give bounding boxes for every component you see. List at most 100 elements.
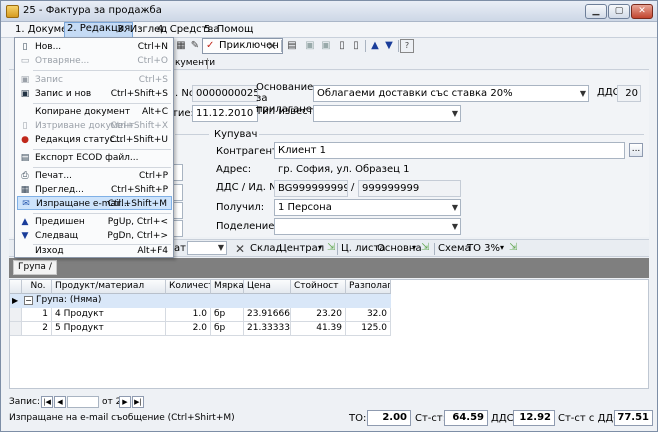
chevron-down-icon: ▼ xyxy=(217,243,224,252)
id-number-field: 999999999 xyxy=(358,180,461,197)
next-record-button[interactable]: ▶ xyxy=(119,396,131,408)
col-product[interactable]: Продукт/материал xyxy=(52,280,166,294)
menu-item-previous[interactable]: ▲ Предишен PgUp, Ctrl+< xyxy=(17,215,172,229)
record-number-field[interactable] xyxy=(67,396,99,408)
menu-help[interactable]: 5. Помощ xyxy=(204,24,253,35)
title-bar: 25 - Фактура за продажба ▁ ▢ ✕ xyxy=(1,1,657,22)
notice-type-select[interactable]: ▼ xyxy=(313,105,461,122)
arrow-down-icon: ▼ xyxy=(21,231,29,241)
group-row[interactable]: ▶ − Група: (Няма) xyxy=(10,294,391,308)
chevron-down-icon[interactable]: ▾ xyxy=(412,243,416,252)
chevron-down-icon[interactable]: ▾ xyxy=(318,243,322,252)
new-doc-icon: ▯ xyxy=(22,42,28,52)
edit-icon[interactable]: ✎ xyxy=(188,39,202,53)
exit-icon xyxy=(19,245,31,257)
table-row[interactable]: 2 5 Продукт 2.0 бр 21.333333... 41.39 12… xyxy=(10,322,391,336)
tab-documents[interactable]: кументи xyxy=(175,58,215,68)
menu-item-new[interactable]: ▯ Нов... Ctrl+N xyxy=(17,40,172,54)
menu-item-next[interactable]: ▼ Следващ PgDn, Ctrl+> xyxy=(17,229,172,243)
chevron-down-icon: ▼ xyxy=(451,222,458,231)
email-icon: ✉ xyxy=(22,199,30,209)
copy-doc-icon xyxy=(19,106,31,118)
filter-icon[interactable]: ⇲ xyxy=(509,242,517,253)
menu-item-open[interactable]: ▭ Отваряне... Ctrl+O xyxy=(17,54,172,68)
chevron-down-icon: ▼ xyxy=(579,89,586,98)
save-new-icon: ▣ xyxy=(20,89,30,99)
collapse-icon[interactable]: − xyxy=(24,296,33,305)
doc-number-field[interactable]: 0000000025 xyxy=(192,85,258,102)
receiver-select[interactable]: 1 Персона ▼ xyxy=(274,199,461,216)
menu-item-send-email[interactable]: ✉ Изпращане e-mail... Ctrl+Shift+M xyxy=(17,196,172,210)
table-row[interactable]: 1 4 Продукт 1.0 бр 23.916666... 23.20 32… xyxy=(10,308,391,322)
col-avail[interactable]: Разполаг... xyxy=(346,280,391,294)
row-pointer-icon: ▶ xyxy=(12,296,19,305)
group-by-bar: Група / xyxy=(9,258,649,278)
prev-record-button[interactable]: ◀ xyxy=(54,396,66,408)
toggle2-icon[interactable]: ▣ xyxy=(319,39,333,53)
menu-item-delete-doc[interactable]: ▯ Изтриване документ Ctrl+Shift+X xyxy=(17,119,172,133)
save-icon: ▣ xyxy=(20,75,30,85)
page-icon[interactable]: ▯ xyxy=(335,39,349,53)
scheme-select[interactable]: ТО 3% xyxy=(467,243,500,254)
date-field[interactable]: 11.12.2010 xyxy=(192,105,258,122)
grid-icon[interactable]: ▦ xyxy=(174,39,188,53)
chevron-down-icon[interactable]: ▾ xyxy=(500,243,504,252)
minimize-button[interactable]: ▁ xyxy=(585,4,607,19)
chevron-down-icon: ▼ xyxy=(451,109,458,118)
help-icon[interactable]: ? xyxy=(400,39,414,53)
close-window-button[interactable]: ✕ xyxy=(631,4,653,19)
menu-item-edit-status[interactable]: ● Редакция статус... Ctrl+Shift+U xyxy=(17,133,172,147)
edit-menu: ▯ Нов... Ctrl+N ▭ Отваряне... Ctrl+O ▣ З… xyxy=(14,37,174,258)
record-label: Запис: xyxy=(9,397,40,407)
export-icon: ▤ xyxy=(20,153,30,163)
format-select[interactable]: ▼ xyxy=(187,241,227,255)
col-price[interactable]: Цена xyxy=(244,280,291,294)
preview-icon: ▦ xyxy=(20,185,30,195)
receiver-label: Получил: xyxy=(216,202,265,213)
vat-id-separator: / xyxy=(351,182,355,193)
col-unit[interactable]: Мярка xyxy=(211,280,244,294)
menu-item-preview[interactable]: ▦ Преглед... Ctrl+Shift+P xyxy=(17,183,172,197)
pages-icon[interactable]: ▯ xyxy=(349,39,363,53)
cancel-icon[interactable]: ✕ xyxy=(233,242,247,256)
address-label: Адрес: xyxy=(216,164,252,175)
col-no[interactable]: No. xyxy=(22,280,52,294)
division-select[interactable]: ▼ xyxy=(274,218,461,235)
group-chip[interactable]: Група / xyxy=(13,260,57,275)
contragent-browse-button[interactable]: ... xyxy=(629,143,643,157)
first-record-button[interactable]: |◀ xyxy=(41,396,53,408)
window-title: 25 - Фактура за продажба xyxy=(23,5,162,16)
menu-item-export-ecod[interactable]: ▤ Експорт ECOD файл... xyxy=(17,151,172,165)
maximize-button[interactable]: ▢ xyxy=(608,4,630,19)
filter-icon[interactable]: ⇲ xyxy=(421,242,429,253)
cancel-icon[interactable]: ✕ xyxy=(265,39,279,53)
filter-icon[interactable]: ⇲ xyxy=(327,242,335,253)
arrow-up-icon[interactable]: ▲ xyxy=(368,39,382,53)
delete-doc-icon: ▯ xyxy=(22,121,28,131)
grand-total-value: 77.51 xyxy=(614,410,653,426)
check-icon: ✓ xyxy=(206,40,215,51)
calc-icon[interactable]: ▤ xyxy=(285,39,299,53)
division-label: Поделение: xyxy=(216,221,278,232)
toolbar: ▦ ✎ ✓ Приключен ✕ ▤ ▣ ▣ ▯ ▯ ▲ ▼ ? xyxy=(172,38,657,55)
menu-item-save[interactable]: ▣ Запис Ctrl+S xyxy=(17,73,172,87)
traffic-light-icon: ● xyxy=(21,135,29,145)
menu-item-exit[interactable]: Изход Alt+F4 xyxy=(17,244,172,258)
contragent-field[interactable]: Клиент 1 xyxy=(274,142,625,159)
menu-item-print[interactable]: ⎙ Печат... Ctrl+P xyxy=(17,169,172,183)
open-icon: ▭ xyxy=(20,56,30,66)
status-bar: Изпращане на e-mail съобщение (Ctrl+Shir… xyxy=(1,409,657,431)
chevron-down-icon: ▼ xyxy=(451,203,458,212)
arrow-up-icon: ▲ xyxy=(21,217,29,227)
arrow-down-icon[interactable]: ▼ xyxy=(382,39,396,53)
menu-item-copy-doc[interactable]: Копиране документ Alt+C xyxy=(17,105,172,119)
main-window: 25 - Фактура за продажба ▁ ▢ ✕ 1. Докуме… xyxy=(0,0,658,432)
col-value[interactable]: Стойност xyxy=(291,280,346,294)
basis-select[interactable]: Облагаеми доставки със ставка 20% ▼ xyxy=(313,85,589,102)
last-record-button[interactable]: ▶| xyxy=(132,396,144,408)
menu-item-save-new[interactable]: ▣ Запис и нов Ctrl+Shift+S xyxy=(17,87,172,101)
toggle1-icon[interactable]: ▣ xyxy=(303,39,317,53)
vat-rate-field[interactable]: 20 xyxy=(617,85,641,102)
warehouse-label: Склад xyxy=(250,243,283,254)
col-qty[interactable]: Количест... xyxy=(166,280,211,294)
